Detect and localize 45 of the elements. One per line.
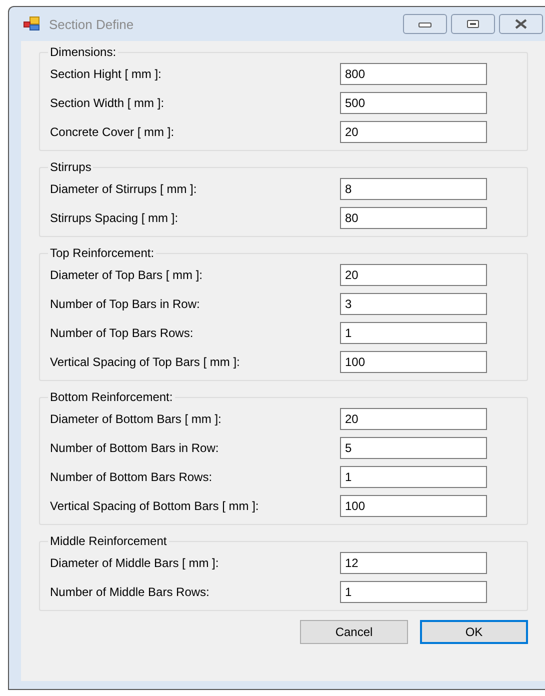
dialog-button[interactable]: OK <box>420 620 528 644</box>
input-field[interactable]: 8 <box>340 178 487 200</box>
field-label: Number of Bottom Bars Rows: <box>50 470 214 484</box>
dialog-button[interactable]: Cancel <box>300 620 408 644</box>
field-label: Concrete Cover [ mm ]: <box>50 124 176 138</box>
input-field[interactable]: 3 <box>340 292 487 314</box>
input-field[interactable]: 20 <box>340 264 487 286</box>
field-label: Section Width [ mm ]: <box>50 96 166 110</box>
input-field[interactable]: 100 <box>340 494 487 516</box>
field-label: Section Hight [ mm ]: <box>50 66 162 80</box>
group-title: Dimensions: <box>49 45 118 59</box>
minimize-icon <box>418 20 432 28</box>
field-label: Number of Middle Bars Rows: <box>50 584 210 598</box>
input-field[interactable]: 100 <box>340 350 487 372</box>
input-field[interactable]: 1 <box>340 580 487 602</box>
group-title: Bottom Reinforcement: <box>49 390 174 404</box>
group-title: Middle Reinforcement <box>49 534 168 548</box>
input-field[interactable]: 20 <box>340 120 487 142</box>
input-field[interactable]: 20 <box>340 408 487 430</box>
maximize-button[interactable] <box>451 14 495 34</box>
field-label: Number of Bottom Bars in Row: <box>50 440 220 454</box>
field-label: Number of Top Bars Rows: <box>50 326 194 340</box>
maximize-icon <box>466 19 480 29</box>
input-field[interactable]: 80 <box>340 206 487 228</box>
close-button[interactable] <box>499 14 543 34</box>
input-field[interactable]: 1 <box>340 322 487 344</box>
minimize-button[interactable] <box>403 14 447 34</box>
field-label: Vertical Spacing of Bottom Bars [ mm ]: <box>50 498 260 512</box>
app-icon <box>23 16 41 32</box>
input-field[interactable]: 500 <box>340 92 487 114</box>
input-field[interactable]: 5 <box>340 436 487 458</box>
field-label: Diameter of Middle Bars [ mm ]: <box>50 556 220 570</box>
field-label: Vertical Spacing of Top Bars [ mm ]: <box>50 354 241 368</box>
close-icon <box>514 19 528 29</box>
group-title: Stirrups <box>49 160 92 174</box>
field-label: Stirrups Spacing [ mm ]: <box>50 210 180 224</box>
field-label: Diameter of Stirrups [ mm ]: <box>50 182 198 196</box>
input-field[interactable]: 800 <box>340 62 487 84</box>
field-label: Diameter of Bottom Bars [ mm ]: <box>50 412 222 426</box>
group-title: Top Reinforcement: <box>49 246 156 260</box>
input-field[interactable]: 12 <box>340 552 487 574</box>
window-title: Section Define <box>49 16 134 32</box>
field-label: Diameter of Top Bars [ mm ]: <box>50 268 204 282</box>
field-label: Number of Top Bars in Row: <box>50 296 201 310</box>
input-field[interactable]: 1 <box>340 466 487 488</box>
